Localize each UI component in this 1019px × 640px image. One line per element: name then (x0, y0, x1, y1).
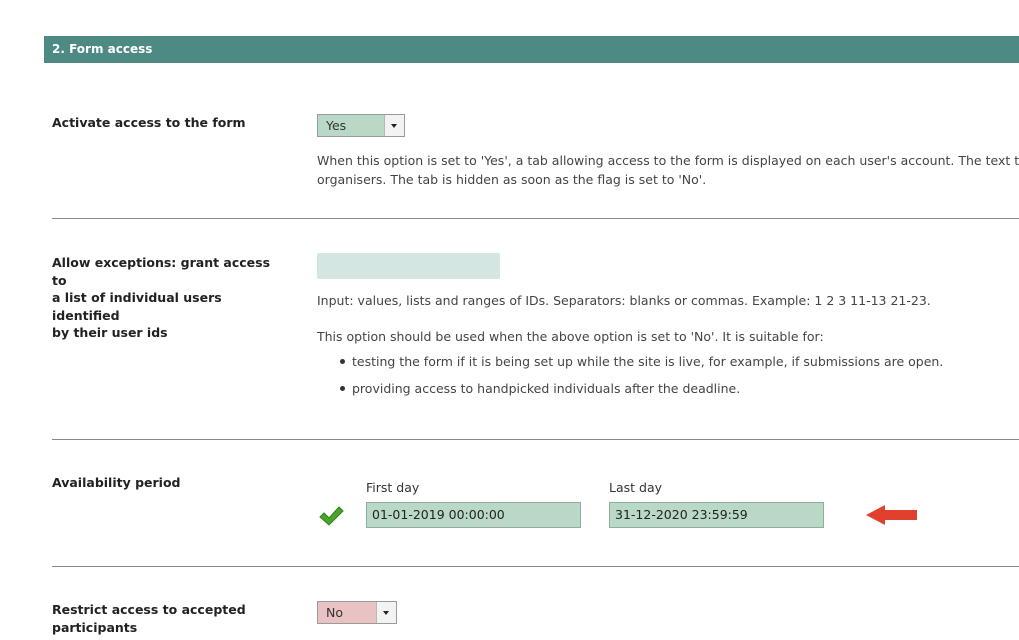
list-item-text: providing access to handpicked individua… (352, 381, 741, 396)
restrict-access-select-value: No (326, 605, 343, 620)
activate-access-desc-line2: organisers. The tab is hidden as soon as… (317, 172, 707, 187)
restrict-access-select[interactable]: No (317, 601, 397, 624)
list-item: providing access to handpicked individua… (340, 381, 740, 396)
exceptions-label: Allow exceptions: grant access to a list… (52, 254, 282, 342)
activate-access-desc-line1: When this option is set to 'Yes', a tab … (317, 153, 1019, 168)
restrict-label-line1: Restrict access to accepted (52, 602, 246, 617)
divider (52, 218, 1019, 219)
first-day-label: First day (366, 480, 420, 495)
exceptions-input-hint: Input: values, lists and ranges of IDs. … (317, 293, 931, 308)
list-item-text: testing the form if it is being set up w… (352, 354, 944, 369)
divider (52, 566, 1019, 567)
arrow-left-icon (865, 503, 919, 527)
exceptions-label-line2: a list of individual users identified (52, 290, 222, 323)
activate-access-select[interactable]: Yes (317, 114, 405, 137)
chevron-down-icon (384, 115, 404, 136)
bullet-icon (340, 359, 345, 364)
activate-access-description: When this option is set to 'Yes', a tab … (317, 151, 1019, 189)
list-item: testing the form if it is being set up w… (340, 354, 943, 369)
first-day-input[interactable]: 01-01-2019 00:00:00 (366, 502, 581, 528)
availability-label: Availability period (52, 475, 181, 490)
activate-access-select-value: Yes (326, 118, 347, 133)
section-header: 2. Form access (44, 36, 1019, 63)
exceptions-label-line3: by their user ids (52, 325, 168, 340)
bullet-icon (340, 386, 345, 391)
restrict-label: Restrict access to accepted participants (52, 601, 282, 636)
divider (52, 439, 1019, 440)
checkmark-icon (318, 505, 344, 527)
exceptions-label-line1: Allow exceptions: grant access to (52, 255, 271, 288)
last-day-input[interactable]: 31-12-2020 23:59:59 (609, 502, 824, 528)
exceptions-user-ids-input[interactable] (317, 253, 500, 279)
last-day-label: Last day (609, 480, 663, 495)
activate-access-label: Activate access to the form (52, 115, 246, 130)
restrict-label-line2: participants (52, 619, 138, 635)
exceptions-usage-intro: This option should be used when the abov… (317, 329, 824, 344)
chevron-down-icon (376, 602, 396, 623)
